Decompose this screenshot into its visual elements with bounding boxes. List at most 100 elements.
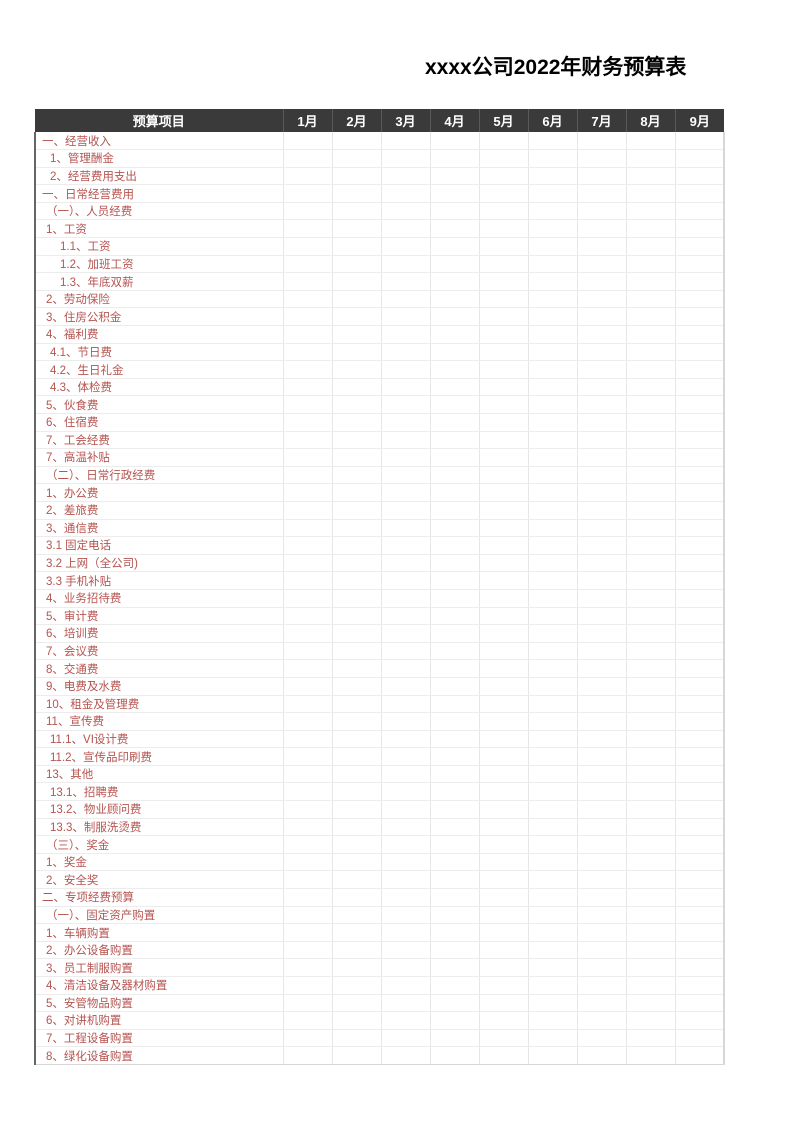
- budget-value-cell[interactable]: [479, 149, 529, 168]
- budget-value-cell[interactable]: [283, 677, 333, 696]
- budget-value-cell[interactable]: [675, 519, 725, 538]
- budget-value-cell[interactable]: [430, 730, 480, 749]
- budget-value-cell[interactable]: [626, 149, 676, 168]
- budget-value-cell[interactable]: [528, 659, 578, 678]
- budget-value-cell[interactable]: [332, 290, 382, 309]
- budget-value-cell[interactable]: [479, 483, 529, 502]
- budget-value-cell[interactable]: [675, 255, 725, 274]
- budget-value-cell[interactable]: [381, 870, 431, 890]
- budget-value-cell[interactable]: [626, 501, 676, 520]
- budget-value-cell[interactable]: [283, 958, 333, 977]
- budget-value-cell[interactable]: [430, 1011, 480, 1030]
- budget-value-cell[interactable]: [626, 325, 676, 344]
- budget-value-cell[interactable]: [381, 659, 431, 678]
- budget-value-cell[interactable]: [332, 941, 382, 960]
- budget-value-cell[interactable]: [430, 501, 480, 520]
- budget-item-cell[interactable]: 2、经营费用支出: [34, 167, 284, 186]
- budget-value-cell[interactable]: [675, 202, 725, 221]
- budget-value-cell[interactable]: [528, 202, 578, 221]
- budget-value-cell[interactable]: [283, 149, 333, 168]
- budget-value-cell[interactable]: [479, 184, 529, 203]
- budget-value-cell[interactable]: [430, 712, 480, 731]
- budget-value-cell[interactable]: [675, 589, 725, 608]
- budget-value-cell[interactable]: [479, 272, 529, 291]
- budget-value-cell[interactable]: [577, 413, 627, 432]
- budget-value-cell[interactable]: [430, 941, 480, 960]
- budget-value-cell[interactable]: [332, 448, 382, 467]
- budget-value-cell[interactable]: [626, 184, 676, 203]
- budget-value-cell[interactable]: [283, 571, 333, 590]
- budget-value-cell[interactable]: [577, 677, 627, 696]
- budget-item-cell[interactable]: 4.3、体检费: [34, 378, 284, 397]
- budget-value-cell[interactable]: [283, 589, 333, 608]
- budget-value-cell[interactable]: [430, 765, 480, 784]
- budget-value-cell[interactable]: [479, 800, 529, 819]
- budget-value-cell[interactable]: [332, 958, 382, 977]
- budget-value-cell[interactable]: [577, 835, 627, 854]
- budget-value-cell[interactable]: [381, 800, 431, 819]
- budget-value-cell[interactable]: [626, 642, 676, 661]
- budget-value-cell[interactable]: [430, 466, 480, 485]
- budget-item-cell[interactable]: 3.2 上网（全公司): [34, 554, 284, 573]
- budget-value-cell[interactable]: [528, 360, 578, 379]
- budget-value-cell[interactable]: [675, 413, 725, 432]
- budget-value-cell[interactable]: [430, 219, 480, 239]
- budget-value-cell[interactable]: [283, 237, 333, 256]
- budget-value-cell[interactable]: [283, 747, 333, 766]
- budget-value-cell[interactable]: [528, 923, 578, 942]
- budget-value-cell[interactable]: [528, 378, 578, 397]
- budget-value-cell[interactable]: [626, 800, 676, 819]
- budget-value-cell[interactable]: [626, 695, 676, 714]
- budget-value-cell[interactable]: [675, 782, 725, 802]
- budget-value-cell[interactable]: [283, 906, 333, 925]
- budget-item-cell[interactable]: 1.2、加班工资: [34, 255, 284, 274]
- budget-item-cell[interactable]: 3、住房公积金: [34, 307, 284, 327]
- budget-value-cell[interactable]: [381, 519, 431, 538]
- budget-value-cell[interactable]: [675, 747, 725, 766]
- budget-value-cell[interactable]: [675, 571, 725, 590]
- budget-value-cell[interactable]: [381, 360, 431, 379]
- budget-value-cell[interactable]: [577, 501, 627, 520]
- budget-value-cell[interactable]: [528, 307, 578, 327]
- budget-value-cell[interactable]: [381, 554, 431, 573]
- budget-value-cell[interactable]: [381, 378, 431, 397]
- budget-value-cell[interactable]: [283, 202, 333, 221]
- budget-value-cell[interactable]: [479, 202, 529, 221]
- budget-item-cell[interactable]: （一）、人员经费: [34, 202, 284, 221]
- budget-value-cell[interactable]: [626, 976, 676, 995]
- budget-value-cell[interactable]: [479, 378, 529, 397]
- budget-value-cell[interactable]: [528, 835, 578, 854]
- budget-value-cell[interactable]: [577, 360, 627, 379]
- budget-value-cell[interactable]: [332, 730, 382, 749]
- budget-value-cell[interactable]: [479, 431, 529, 450]
- column-header-month[interactable]: 6月: [528, 109, 578, 132]
- budget-value-cell[interactable]: [626, 888, 676, 907]
- budget-value-cell[interactable]: [675, 624, 725, 643]
- budget-value-cell[interactable]: [430, 642, 480, 661]
- budget-value-cell[interactable]: [381, 589, 431, 608]
- budget-value-cell[interactable]: [479, 747, 529, 766]
- budget-value-cell[interactable]: [430, 307, 480, 327]
- budget-value-cell[interactable]: [577, 307, 627, 327]
- budget-value-cell[interactable]: [675, 272, 725, 291]
- budget-value-cell[interactable]: [675, 730, 725, 749]
- budget-item-cell[interactable]: 5、审计费: [34, 607, 284, 626]
- column-header-month[interactable]: 4月: [430, 109, 480, 132]
- budget-value-cell[interactable]: [283, 483, 333, 502]
- budget-value-cell[interactable]: [528, 255, 578, 274]
- budget-value-cell[interactable]: [381, 853, 431, 872]
- budget-value-cell[interactable]: [626, 906, 676, 925]
- budget-value-cell[interactable]: [528, 501, 578, 520]
- budget-value-cell[interactable]: [283, 941, 333, 960]
- budget-value-cell[interactable]: [332, 219, 382, 239]
- budget-value-cell[interactable]: [283, 818, 333, 837]
- budget-value-cell[interactable]: [626, 782, 676, 802]
- budget-value-cell[interactable]: [479, 571, 529, 590]
- budget-value-cell[interactable]: [626, 554, 676, 573]
- budget-value-cell[interactable]: [675, 1029, 725, 1048]
- budget-value-cell[interactable]: [332, 536, 382, 555]
- budget-value-cell[interactable]: [626, 1046, 676, 1065]
- budget-value-cell[interactable]: [430, 395, 480, 414]
- budget-value-cell[interactable]: [430, 853, 480, 872]
- budget-value-cell[interactable]: [283, 519, 333, 538]
